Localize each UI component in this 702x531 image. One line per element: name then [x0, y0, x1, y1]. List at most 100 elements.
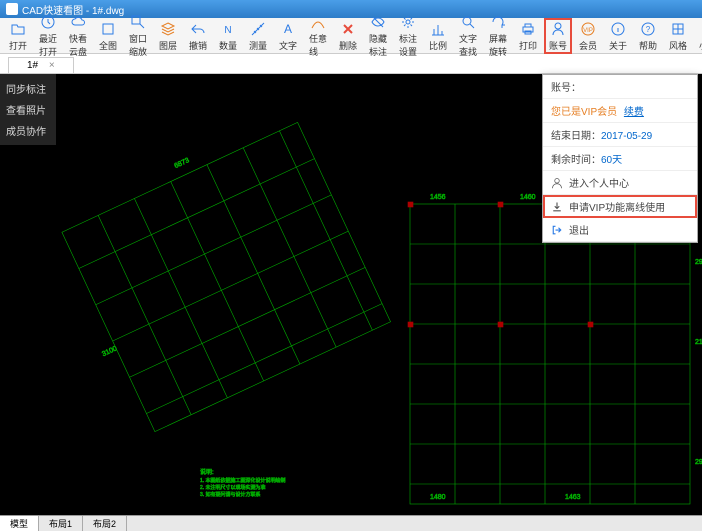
help-icon: ?	[639, 20, 657, 38]
svg-text:2196: 2196	[695, 339, 702, 346]
toolbar-help-button[interactable]: ?帮助	[634, 18, 662, 54]
cloud-icon	[69, 13, 87, 31]
toolbar-style-button[interactable]: 风格	[664, 18, 692, 54]
info-icon	[609, 20, 627, 38]
toolbar-label: 关于	[609, 39, 627, 52]
svg-text:2. 未注明尺寸以现场实测为准: 2. 未注明尺寸以现场实测为准	[200, 484, 266, 491]
toolbar-text-button[interactable]: A 文字	[274, 18, 302, 54]
user-icon	[549, 20, 567, 38]
style-icon	[669, 20, 687, 38]
toolbar-rotate-button[interactable]: 屏幕旋转	[484, 11, 512, 60]
svg-text:2904: 2904	[695, 259, 702, 266]
toolbar-fullscreen-button[interactable]: 全图	[94, 18, 122, 54]
toolbar-cloud-button[interactable]: 快看云盘	[64, 11, 92, 60]
toolbar-scale-button[interactable]: 比例	[424, 18, 452, 54]
toolbar-delete-button[interactable]: 删除	[334, 18, 362, 54]
main-toolbar: 打开最近打开快看云盘全图窗口缩放图层撤销N数量测量A文字任意线删除隐藏标注标注设…	[0, 18, 702, 54]
layers-icon	[159, 20, 177, 38]
layout-tab-bar: 模型布局1布局2	[0, 515, 702, 531]
toolbar-label: 屏幕旋转	[489, 32, 507, 58]
toolbar-clock-button[interactable]: 最近打开	[34, 11, 62, 60]
toolbar-label: 测量	[249, 39, 267, 52]
logout-label: 退出	[569, 222, 589, 237]
svg-text:VIP: VIP	[583, 28, 593, 34]
app-icon	[6, 3, 18, 15]
text-icon: A	[279, 20, 297, 38]
svg-text:1463: 1463	[565, 494, 581, 501]
layout-tab[interactable]: 模型	[0, 516, 39, 531]
side-panel-item[interactable]: 同步标注	[4, 78, 52, 99]
account-id-row: 账号：	[543, 75, 697, 99]
side-panel-item[interactable]: 成员协作	[4, 120, 52, 141]
toolbar-label: 撤销	[189, 39, 207, 52]
layout-tab[interactable]: 布局2	[83, 516, 127, 531]
toolbar-label: 隐藏标注	[369, 32, 387, 58]
toolbar-undo-button[interactable]: 撤销	[184, 18, 212, 54]
svg-text:A: A	[284, 22, 292, 36]
toolbar-label: 文字	[279, 39, 297, 52]
svg-text:1460: 1460	[520, 194, 536, 201]
clock-icon	[39, 13, 57, 31]
settings-icon	[399, 13, 417, 31]
toolbar-label: 任意线	[309, 32, 327, 58]
vip-icon: VIP	[579, 20, 597, 38]
account-dropdown-menu: 账号： 您已是VIP会员 续费 结束日期：2017-05-29 剩余时间：60天…	[542, 74, 698, 243]
toolbar-line-button[interactable]: 任意线	[304, 11, 332, 60]
toolbar-label: 图层	[159, 39, 177, 52]
logout-item[interactable]: 退出	[543, 218, 697, 242]
toolbar-measure-button[interactable]: 测量	[244, 18, 272, 54]
toolbar-info-button[interactable]: 关于	[604, 18, 632, 54]
toolbar-vip-button[interactable]: VIP 会员	[574, 18, 602, 54]
end-date-row: 结束日期：2017-05-29	[543, 123, 697, 147]
toolbar-label: 快看云盘	[69, 32, 87, 58]
toolbar-label: 标注设置	[399, 32, 417, 58]
toolbar-layers-button[interactable]: 图层	[154, 18, 182, 54]
toolbar-site-button[interactable]: k小站	[694, 18, 702, 54]
window-title-bar: CAD快速看图 - 1#.dwg	[0, 0, 702, 18]
svg-text:1. 本图纸依据施工图深化设计说明绘制: 1. 本图纸依据施工图深化设计说明绘制	[200, 477, 286, 484]
vip-status-row: 您已是VIP会员 续费	[543, 99, 697, 123]
vip-status-text: 您已是VIP会员	[551, 107, 617, 118]
toolbar-count-button[interactable]: N数量	[214, 18, 242, 54]
remaining-row: 剩余时间：60天	[543, 147, 697, 171]
toolbar-search-button[interactable]: 文字查找	[454, 11, 482, 60]
end-date-value: 2017-05-29	[601, 131, 652, 142]
enter-center-label: 进入个人中心	[569, 175, 629, 190]
toolbar-zoom-window-button[interactable]: 窗口缩放	[124, 11, 152, 60]
svg-text:说明:: 说明:	[200, 468, 214, 476]
apply-vip-label: 申请VIP功能离线使用	[569, 199, 665, 214]
apply-vip-offline-item[interactable]: 申请VIP功能离线使用	[543, 195, 697, 218]
toolbar-label: 比例	[429, 39, 447, 52]
print-icon	[519, 20, 537, 38]
account-label: 账号：	[551, 83, 581, 94]
svg-text:1480: 1480	[430, 494, 446, 501]
toolbar-user-button[interactable]: 账号	[544, 18, 572, 54]
toolbar-folder-button[interactable]: 打开	[4, 18, 32, 54]
side-panel-item[interactable]: 查看照片	[4, 99, 52, 120]
hide-icon	[369, 13, 387, 31]
layout-tab[interactable]: 布局1	[39, 516, 83, 531]
document-tab[interactable]: 1# ×	[8, 57, 74, 73]
toolbar-hide-button[interactable]: 隐藏标注	[364, 11, 392, 60]
svg-text:N: N	[224, 25, 231, 36]
cad-workspace[interactable]: 同步标注查看照片成员协作 6873 3100	[0, 74, 702, 515]
toolbar-label: 打印	[519, 39, 537, 52]
toolbar-print-button[interactable]: 打印	[514, 18, 542, 54]
toolbar-label: 文字查找	[459, 32, 477, 58]
search-icon	[459, 13, 477, 31]
close-icon[interactable]: ×	[49, 60, 55, 71]
toolbar-label: 删除	[339, 39, 357, 52]
toolbar-settings-button[interactable]: 标注设置	[394, 11, 422, 60]
toolbar-label: 全图	[99, 39, 117, 52]
renew-link[interactable]: 续费	[624, 107, 644, 118]
line-icon	[309, 13, 327, 31]
toolbar-label: 会员	[579, 39, 597, 52]
enter-user-center-item[interactable]: 进入个人中心	[543, 171, 697, 195]
end-date-label: 结束日期：	[551, 131, 601, 142]
document-tab-bar: 1# ×	[0, 54, 702, 74]
toolbar-label: 风格	[669, 39, 687, 52]
toolbar-label: 打开	[9, 39, 27, 52]
zoom-window-icon	[129, 13, 147, 31]
toolbar-label: 账号	[549, 39, 567, 52]
svg-text:2956: 2956	[695, 459, 702, 466]
